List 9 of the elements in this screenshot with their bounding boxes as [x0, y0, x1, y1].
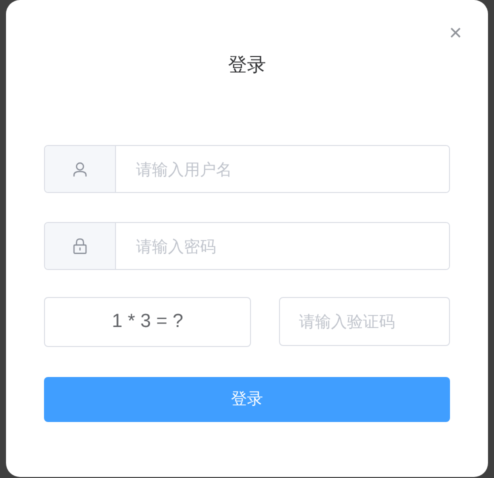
lock-icon — [73, 238, 87, 254]
user-icon — [73, 162, 87, 176]
input-field[interactable]: 请输入用户名 — [44, 145, 450, 193]
login-button[interactable]: 登录 — [44, 377, 450, 422]
captcha-question: 1 * 3 = ? — [44, 297, 251, 347]
dialog-title: 登录 — [228, 53, 266, 78]
close-button[interactable]: × — [449, 22, 462, 44]
input-field[interactable]: 请输入密码 — [44, 222, 450, 270]
captcha-field[interactable]: 请输入验证码 — [279, 297, 450, 346]
